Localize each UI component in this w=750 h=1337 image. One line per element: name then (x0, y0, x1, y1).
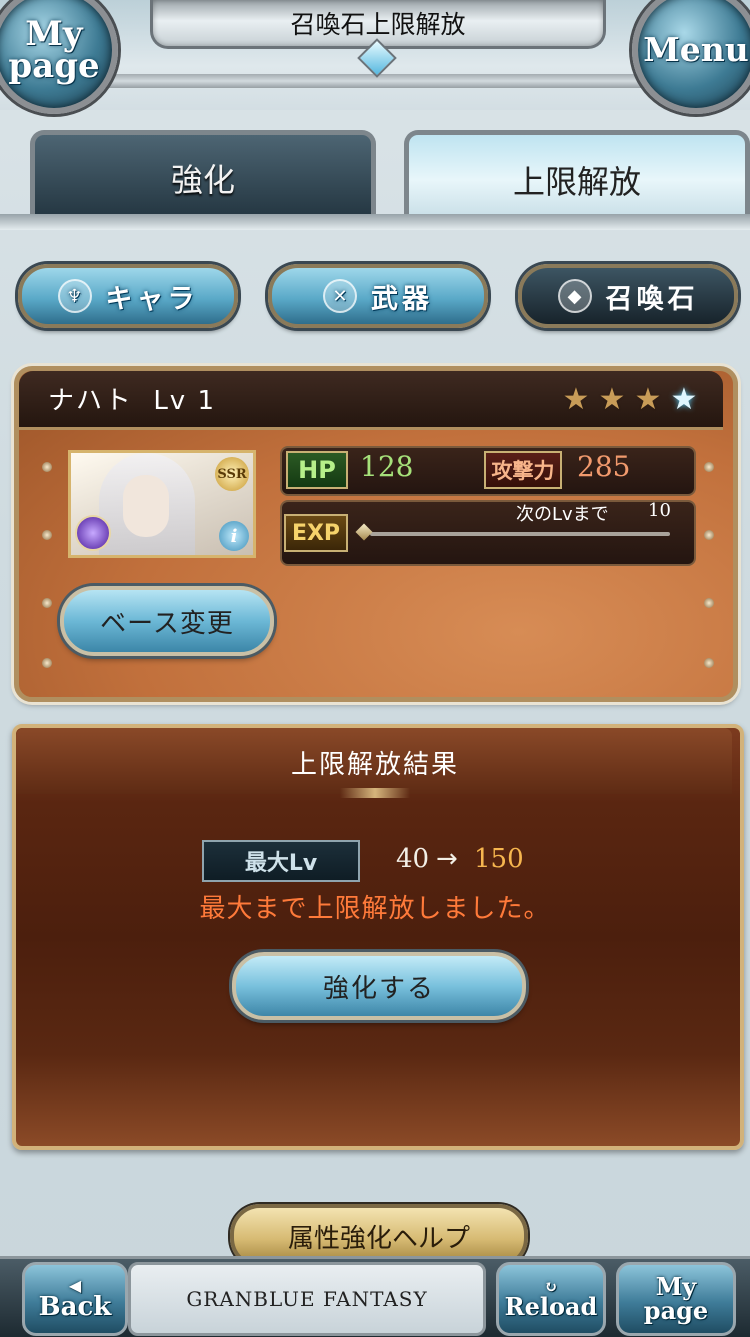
game-logo: GRANBLUE FANTASY (186, 1287, 428, 1311)
category-character-button[interactable]: ♆ キャラ (18, 264, 238, 328)
atk-value: 285 (577, 450, 631, 483)
back-label: Back (38, 1292, 112, 1322)
rivet-ornament (704, 530, 714, 540)
summon-portrait-face (123, 475, 169, 537)
uncap-stars: ★ ★ ★ ★ (560, 384, 700, 416)
next-level-value: 10 (648, 500, 671, 521)
mypage-orb-line2: page (8, 46, 100, 86)
arrow-right-icon: → (436, 844, 458, 874)
next-level-label: 次のLvまで (516, 504, 609, 525)
summon-crystal-icon: ◆ (557, 279, 592, 313)
ssr-badge: SSR (215, 457, 249, 491)
change-base-button[interactable]: ベース変更 (60, 586, 274, 656)
category-weapon-button[interactable]: ✕ 武器 (268, 264, 488, 328)
summon-level: Lv 1 (153, 386, 216, 416)
reload-button[interactable]: ↻ Reload (496, 1262, 606, 1336)
result-title: 上限解放結果 (290, 750, 459, 780)
character-icon: ♆ (57, 279, 92, 313)
rivet-ornament (704, 658, 714, 668)
max-level-to: 150 (474, 844, 524, 874)
tab-enhance[interactable]: 強化 (30, 130, 376, 221)
max-level-label: 最大Lv (202, 840, 360, 882)
weapon-icon: ✕ (323, 279, 357, 313)
rivet-ornament (42, 658, 52, 668)
rivet-ornament (704, 462, 714, 472)
summon-name: ナハト (48, 386, 133, 416)
exp-bar (370, 532, 670, 536)
footer-mypage-button[interactable]: My page (616, 1262, 736, 1336)
category-character-label: キャラ (105, 283, 199, 315)
tab-uncap[interactable]: 上限解放 (404, 130, 750, 225)
menu-orb-label: Menu (643, 30, 749, 70)
strengthen-button[interactable]: 強化する (232, 952, 526, 1020)
category-summon-label: 召喚石 (605, 283, 699, 315)
rivet-ornament (42, 530, 52, 540)
summon-thumbnail[interactable]: SSR i (68, 450, 256, 558)
rivet-ornament (42, 462, 52, 472)
rivet-ornament (42, 598, 52, 608)
summon-name-level: ナハト Lv 1 (48, 380, 216, 417)
star-icon: ★ (562, 382, 590, 417)
reload-label: Reload (504, 1292, 598, 1321)
max-level-from: 40 (396, 844, 430, 874)
result-title-ornament (340, 788, 410, 798)
category-summon-button[interactable]: ◆ 召喚石 (518, 264, 738, 328)
hp-label: HP (286, 451, 348, 489)
uncap-complete-message: 最大まで上限解放しました。 (199, 894, 551, 924)
back-button[interactable]: ◀ Back (22, 1262, 128, 1336)
current-star-icon: ★ (670, 382, 698, 417)
atk-label: 攻撃力 (484, 451, 562, 489)
category-weapon-label: 武器 (371, 283, 433, 315)
star-icon: ★ (634, 382, 662, 417)
game-logo-plate: GRANBLUE FANTASY (128, 1262, 486, 1336)
tab-divider (0, 214, 750, 230)
footer-mypage-line2: page (643, 1296, 709, 1325)
exp-label: EXP (284, 514, 348, 552)
info-icon[interactable]: i (219, 521, 249, 551)
star-icon: ★ (598, 382, 626, 417)
element-icon (75, 515, 111, 551)
hp-value: 128 (360, 450, 414, 483)
rivet-ornament (704, 598, 714, 608)
